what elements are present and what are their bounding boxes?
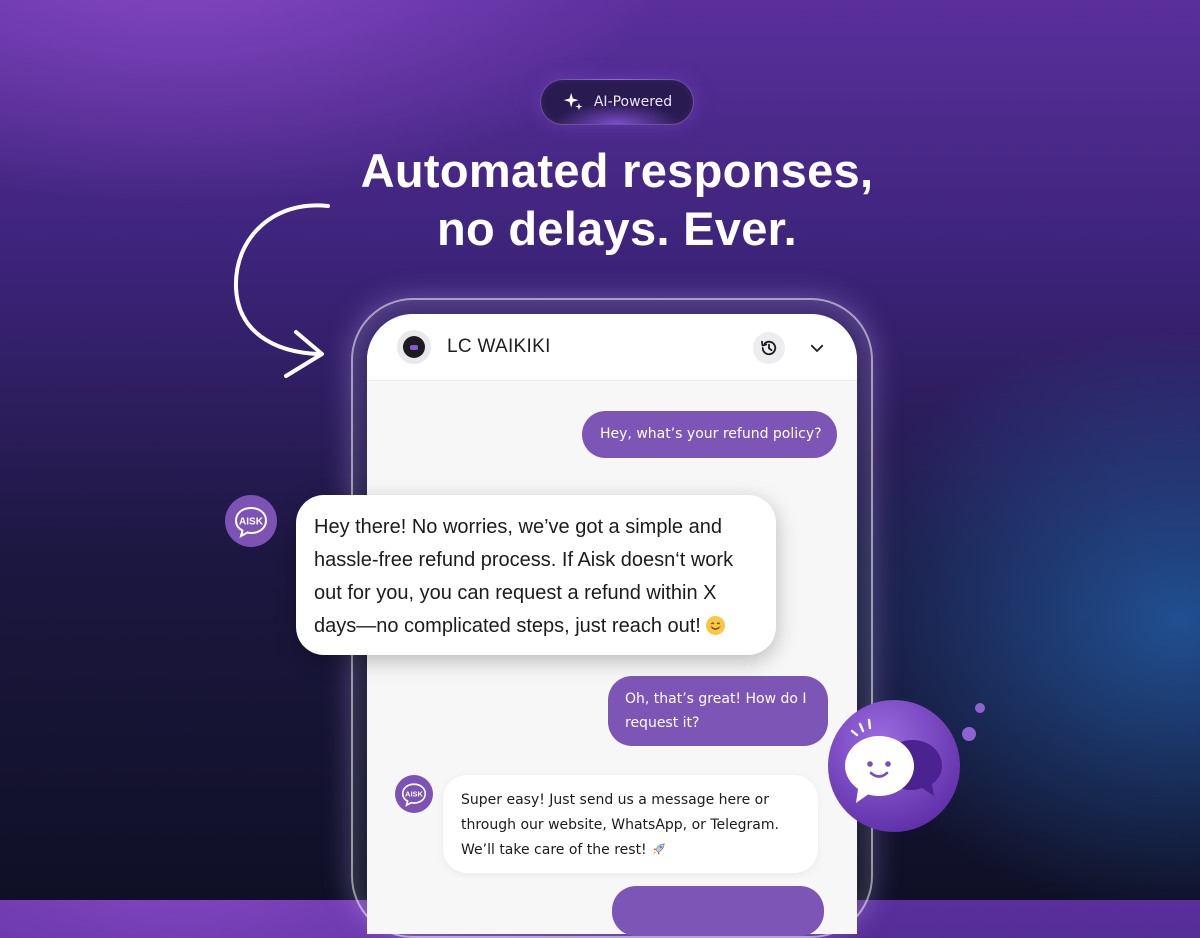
curved-arrow-icon [233, 203, 330, 378]
svg-text:AISK: AISK [239, 517, 264, 528]
chat-bubbles-icon [828, 700, 985, 832]
chat-header: LC WAIKIKI [367, 314, 857, 381]
brand-logo [397, 330, 431, 364]
sparkle-icon [563, 92, 583, 111]
bot-message: Hey there! No worries, we’ve got a simpl… [296, 495, 776, 655]
bot-message: Super easy! Just send us a message here … [443, 775, 818, 873]
rocket-emoji-icon [653, 843, 665, 855]
user-message: Hey, what’s your refund policy? [582, 411, 837, 458]
collapse-button[interactable] [805, 336, 829, 360]
bot-message-text: Super easy! Just send us a message here … [461, 792, 779, 858]
user-message-partial [612, 886, 824, 936]
bot-avatar: AISK [225, 495, 277, 547]
chevron-down-icon [810, 344, 824, 352]
aisk-logo-icon: AISK [401, 783, 427, 807]
headline-line-1: Automated responses, [360, 144, 874, 197]
smile-emoji-icon [706, 616, 726, 635]
bot-avatar: AISK [395, 775, 433, 813]
brand-name: LC WAIKIKI [447, 336, 551, 357]
aisk-logo-icon: AISK [234, 506, 268, 538]
svg-text:AISK: AISK [405, 790, 424, 799]
ai-powered-badge: AI-Powered [540, 79, 694, 125]
history-icon [761, 340, 777, 356]
badge-label: AI-Powered [593, 94, 673, 110]
headline-line-2: no delays. Ever. [436, 202, 798, 255]
user-message: Oh, that’s great! How do I request it? [608, 676, 828, 746]
bot-message-text: Hey there! No worries, we’ve got a simpl… [314, 516, 734, 637]
history-button[interactable] [753, 332, 785, 364]
